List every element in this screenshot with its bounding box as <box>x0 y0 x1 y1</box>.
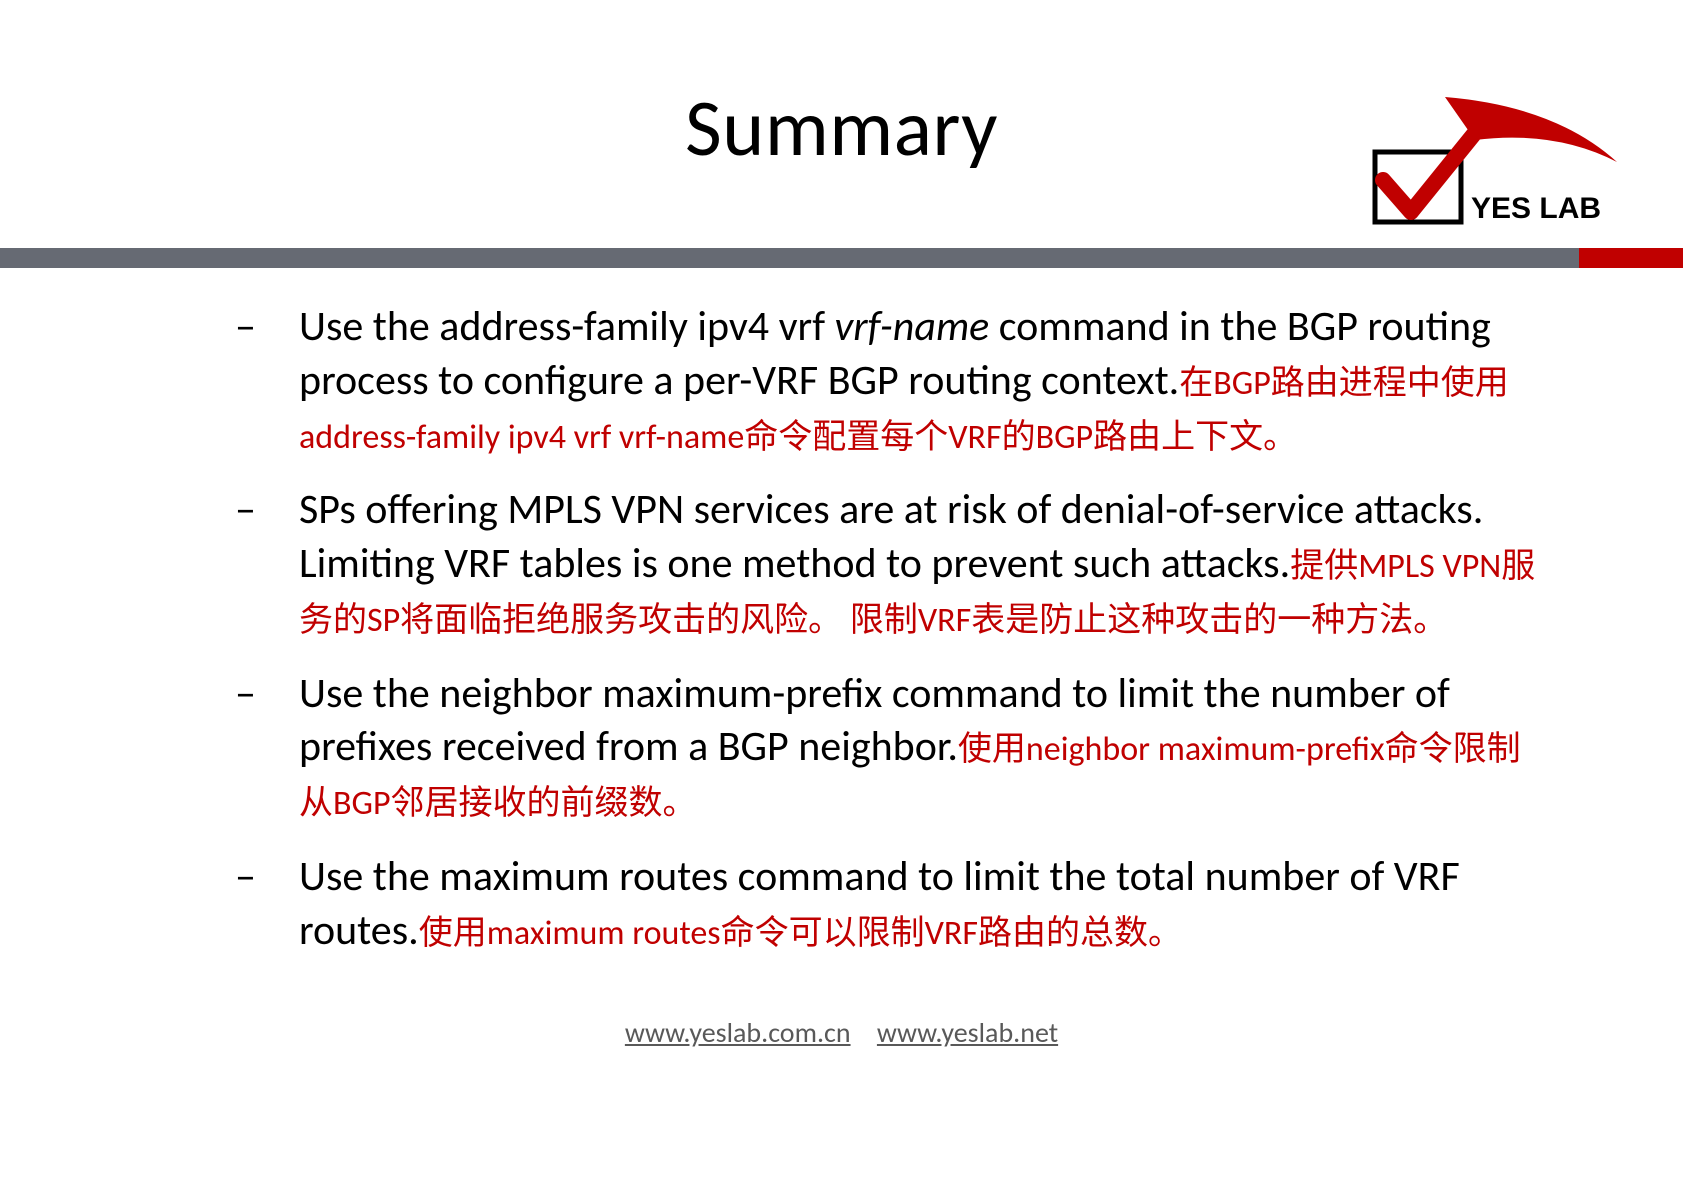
footer-link-2[interactable]: www.yeslab.net <box>877 1015 1058 1050</box>
footer-link-1[interactable]: www.yeslab.com.cn <box>625 1015 851 1050</box>
bullet-item: Use the neighbor maximum-prefix command … <box>235 667 1553 828</box>
logo-text: YES LAB <box>1471 192 1601 225</box>
divider-bar <box>0 248 1683 268</box>
yeslab-logo: YES LAB <box>1355 92 1625 232</box>
bullet-item: SPs offering MPLS VPN services are at ri… <box>235 483 1553 644</box>
content-area: Use the address-family ipv4 vrf vrf-name… <box>235 300 1553 979</box>
bullet-item: Use the maximum routes command to limit … <box>235 850 1553 958</box>
bullet-chinese: 使用maximum routes命令可以限制VRF路由的总数。 <box>419 913 1182 954</box>
bullet-item: Use the address-family ipv4 vrf vrf-name… <box>235 300 1553 461</box>
slide: Summary YES LAB Use the address-family i… <box>0 0 1683 1190</box>
footer: www.yeslab.com.cn www.yeslab.net <box>0 1015 1683 1050</box>
